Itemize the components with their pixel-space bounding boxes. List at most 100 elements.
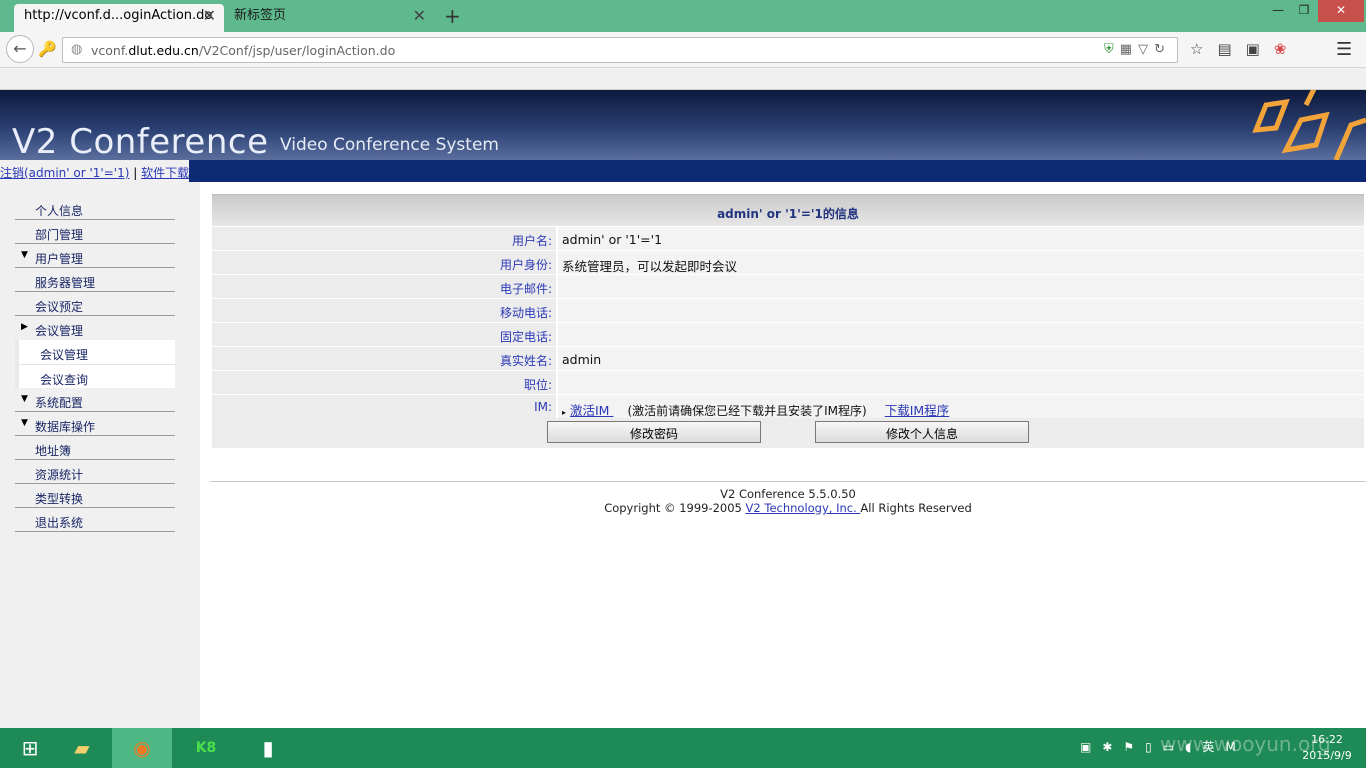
info-title: admin' or '1'='1的信息: [212, 194, 1364, 226]
user-info-table: admin' or '1'='1的信息 用户名: admin' or '1'='…: [212, 194, 1364, 448]
tab-new[interactable]: 新标签页 ✕: [224, 4, 434, 32]
sidebar-item-users[interactable]: ▼ 用户管理: [15, 244, 175, 268]
windows-taskbar: ⊞ ▰ ◉ K8 ▮ ▣✱⚑▯▭◖英M 16:22 2015/9/9 www.w…: [0, 728, 1366, 768]
footer-divider: [210, 481, 1366, 482]
site-subtitle: Video Conference System: [280, 135, 499, 155]
sidebar-item-resource-stats[interactable]: 资源统计: [15, 460, 175, 484]
field-label: 电子邮件:: [212, 275, 556, 298]
reader-icon: ▣: [1245, 40, 1274, 58]
new-tab-icon[interactable]: +: [444, 4, 461, 28]
company-link[interactable]: V2 Technology, Inc.: [746, 501, 861, 515]
sidebar-item-departments[interactable]: 部门管理: [15, 220, 175, 244]
bluetooth-icon: ✱: [1102, 740, 1124, 754]
field-label: IM:: [212, 395, 556, 418]
expand-arrow-icon: ▼: [21, 418, 28, 428]
field-label: 用户身份:: [212, 251, 556, 274]
sidebar-item-address-book[interactable]: 地址簿: [15, 436, 175, 460]
terminal-app-icon[interactable]: ▮: [238, 728, 298, 768]
version-text: V2 Conference 5.5.0.50: [720, 487, 856, 501]
extension-icon: ❀: [1273, 40, 1301, 58]
firefox-icon[interactable]: ◉: [112, 728, 172, 768]
sidebar-item-database[interactable]: ▼ 数据库操作: [15, 412, 175, 436]
bookmark-star-icon: ☆: [1190, 40, 1218, 58]
field-value: [558, 323, 1364, 346]
im-value: ▸ 激活IM (激活前请确保您已经下载并且安装了IM程序) 下载IM程序: [558, 395, 1364, 418]
footer: V2 Conference 5.5.0.50 Copyright © 1999-…: [210, 487, 1366, 515]
back-arrow-icon[interactable]: ←: [6, 35, 34, 63]
tab-active[interactable]: http://vconf.d...oginAction.do ✕: [14, 4, 224, 32]
download-im-link[interactable]: 下载IM程序: [885, 403, 949, 418]
reload-icon: ↻: [1154, 42, 1171, 57]
sidebar-item-logout[interactable]: 退出系统: [15, 508, 175, 532]
site-logo: V2 Conference: [12, 122, 269, 160]
watermark: www.wooyun.org: [1160, 732, 1331, 756]
close-tab-icon[interactable]: ✕: [413, 4, 426, 28]
window-close-icon[interactable]: ✕: [1318, 0, 1364, 22]
tab-label: 新标签页: [234, 8, 287, 23]
button-row: 修改密码 修改个人信息: [212, 418, 1364, 448]
field-value: [558, 299, 1364, 322]
table-row: 电子邮件:: [212, 274, 1364, 298]
edit-info-button[interactable]: 修改个人信息: [815, 421, 1029, 443]
user-links: 注销(admin' or '1'='1) | 软件下载: [0, 160, 190, 182]
sidebar-item-meeting-management[interactable]: ▶ 会议管理: [15, 316, 175, 340]
sidebar-item-servers[interactable]: 服务器管理: [15, 268, 175, 292]
page-top-gap: [0, 68, 1366, 90]
logout-link[interactable]: 注销(admin' or '1'='1): [0, 166, 129, 180]
qr-icon: ▦: [1119, 42, 1139, 57]
sidebar-item-personal-info[interactable]: 个人信息: [15, 196, 175, 220]
sidebar: 个人信息 部门管理 ▼ 用户管理 服务器管理 会议预定 ▶ 会议管理 会议管理 会议…: [0, 182, 200, 728]
toolbar-icons[interactable]: ☆▤▣❀: [1190, 40, 1300, 58]
expand-arrow-icon: ▼: [21, 394, 28, 404]
sidebar-subitem-meeting-query[interactable]: 会议查询: [15, 364, 175, 388]
field-label: 职位:: [212, 371, 556, 394]
dropdown-icon: ▽: [1138, 42, 1155, 57]
restore-icon[interactable]: ❐: [1290, 0, 1318, 22]
close-tab-icon[interactable]: ✕: [203, 4, 216, 28]
field-label: 固定电话:: [212, 323, 556, 346]
k8-app-icon[interactable]: K8: [176, 728, 236, 768]
table-row: 用户身份: 系统管理员，可以发起即时会议: [212, 250, 1364, 274]
field-label: 移动电话:: [212, 299, 556, 322]
field-value: [558, 275, 1364, 298]
field-value: [558, 371, 1364, 394]
url-text[interactable]: vconf.dlut.edu.cn/V2Conf/jsp/user/loginA…: [91, 43, 395, 58]
file-explorer-icon[interactable]: ▰: [52, 728, 112, 768]
navigation-bar: ← 🔑 ◍ vconf.dlut.edu.cn/V2Conf/jsp/user/…: [0, 32, 1366, 68]
key-icon[interactable]: 🔑: [38, 40, 57, 58]
shield-icon: ⛨: [1104, 42, 1120, 57]
banner-decoration: [1252, 90, 1366, 160]
menu-icon[interactable]: ☰: [1336, 39, 1352, 60]
im-note: (激活前请确保您已经下载并且安装了IM程序): [627, 404, 867, 418]
activate-im-link[interactable]: 激活IM: [570, 403, 613, 418]
table-row: 移动电话:: [212, 298, 1364, 322]
browser-titlebar: http://vconf.d...oginAction.do ✕ 新标签页 ✕ …: [0, 0, 1366, 32]
copyright-text: Copyright © 1999-2005 V2 Technology, Inc…: [604, 501, 972, 515]
sidebar-subitem-meeting-management[interactable]: 会议管理: [15, 340, 175, 364]
app-tray-icon: ▣: [1080, 740, 1103, 754]
table-row: 用户名: admin' or '1'='1: [212, 226, 1364, 250]
address-bar-icons[interactable]: ⛨▦▽↻: [1104, 42, 1171, 57]
banner-bluebar: [0, 160, 1366, 182]
sidebar-item-type-conversion[interactable]: 类型转换: [15, 484, 175, 508]
address-bar[interactable]: ◍ vconf.dlut.edu.cn/V2Conf/jsp/user/logi…: [62, 37, 1178, 63]
tab-label: http://vconf.d...oginAction.do: [24, 8, 213, 23]
reading-list-icon: ▤: [1217, 40, 1246, 58]
field-value: admin: [558, 347, 1364, 370]
table-row: 职位:: [212, 370, 1364, 394]
change-password-button[interactable]: 修改密码: [547, 421, 761, 443]
link-separator: |: [129, 166, 142, 180]
expand-arrow-icon: ▼: [21, 250, 28, 260]
main-content: admin' or '1'='1的信息 用户名: admin' or '1'='…: [200, 182, 1366, 728]
download-link[interactable]: 软件下载: [141, 166, 189, 180]
table-row: 真实姓名: admin: [212, 346, 1364, 370]
field-label: 真实姓名:: [212, 347, 556, 370]
minimize-icon[interactable]: —: [1264, 0, 1292, 22]
bullet-icon: ▸: [562, 408, 567, 417]
globe-icon: ◍: [71, 42, 83, 57]
site-banner: V2 Conference Video Conference System: [0, 90, 1366, 160]
sidebar-item-meeting-booking[interactable]: 会议预定: [15, 292, 175, 316]
table-row: 固定电话:: [212, 322, 1364, 346]
sidebar-item-system-config[interactable]: ▼ 系统配置: [15, 388, 175, 412]
windows-start-icon[interactable]: ⊞: [0, 728, 60, 768]
